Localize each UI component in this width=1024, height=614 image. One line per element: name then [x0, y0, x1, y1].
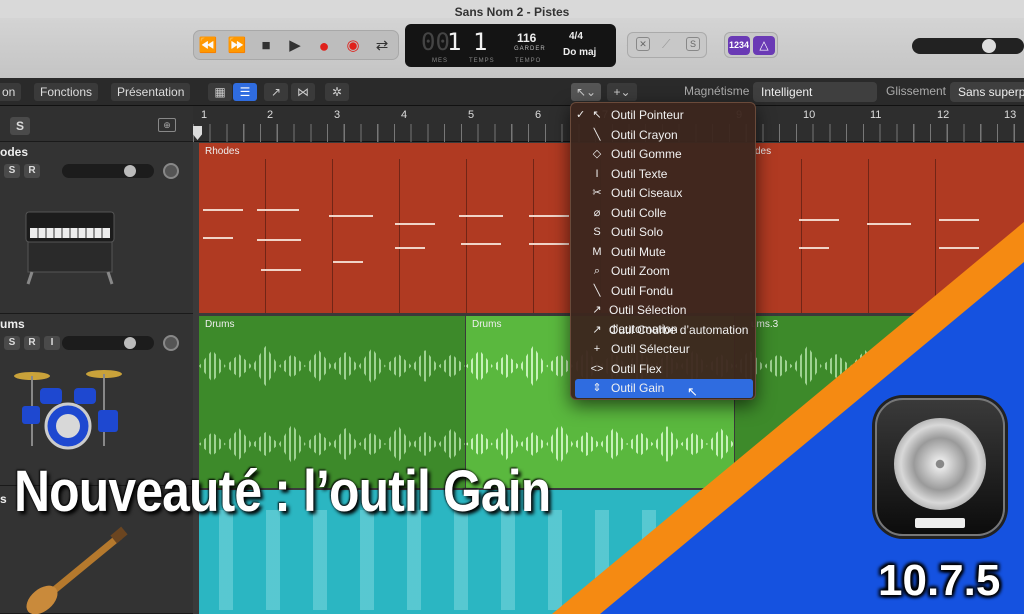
pointer-icon: ↖ [592, 109, 602, 121]
marquee-icon: + [593, 343, 601, 355]
menu-item-gain-tool[interactable]: ⇕ Outil Gain ↖ [575, 379, 753, 399]
logo-plate [915, 518, 965, 528]
menu-item-marquee-tool[interactable]: + Outil Sélecteur [575, 340, 753, 359]
eraser-icon: ◇ [592, 148, 602, 160]
menu-item-scissors-tool[interactable]: ✂ Outil Ciseaux [575, 184, 753, 203]
menu-item-text-tool[interactable]: I Outil Texte [575, 165, 753, 184]
menu-item-pointer-tool[interactable]: ✓ ↖ Outil Pointeur [575, 106, 753, 125]
automation-select-icon: ↗ [592, 304, 602, 316]
mouse-cursor-icon: ↖ [687, 384, 698, 399]
logic-pro-logo [875, 398, 1005, 536]
mute-icon: M [592, 245, 602, 258]
menu-item-pencil-tool[interactable]: ╲ Outil Crayon [575, 126, 753, 145]
screen: { "window": {"title": "Sans Nom 2 - Pist… [0, 0, 1024, 614]
version-number: 10.7.5 [878, 556, 1001, 605]
automation-curve-icon: ↗ [592, 323, 602, 336]
logic-disc-icon [894, 418, 986, 510]
flex-icon: <> [590, 362, 604, 375]
solo-icon: S [593, 226, 601, 238]
zoom-icon: ⌕ [593, 265, 601, 277]
menu-item-mute-tool[interactable]: M Outil Mute [575, 243, 753, 262]
menu-item-eraser-tool[interactable]: ◇ Outil Gomme [575, 145, 753, 164]
menu-item-zoom-tool[interactable]: ⌕ Outil Zoom [575, 262, 753, 281]
menu-item-automation-select-tool[interactable]: ↗ Outil Sélection d’automation [575, 301, 753, 336]
text-cursor-icon: I [595, 167, 599, 180]
pencil-icon: ╲ [593, 128, 601, 141]
menu-item-fade-tool[interactable]: ╲ Outil Fondu [575, 282, 753, 301]
glue-icon: ⌀ [593, 206, 601, 219]
promo-headline: Nouveauté : l’outil Gain [14, 459, 551, 524]
check-icon: ✓ [576, 109, 586, 121]
menu-item-automation-curve-tool[interactable]: ↗ Outil Courbe d’automation [575, 321, 753, 340]
scissors-icon: ✂ [592, 187, 602, 199]
menu-item-glue-tool[interactable]: ⌀ Outil Colle [575, 204, 753, 223]
gain-icon: ⇕ [592, 382, 602, 394]
menu-item-solo-tool[interactable]: S Outil Solo [575, 223, 753, 242]
fade-icon: ╲ [593, 284, 601, 297]
tool-menu[interactable]: ✓ ↖ Outil Pointeur ╲ Outil Crayon ◇ Outil Go… [570, 102, 756, 400]
menu-item-flex-tool[interactable]: <> Outil Flex [575, 360, 753, 379]
